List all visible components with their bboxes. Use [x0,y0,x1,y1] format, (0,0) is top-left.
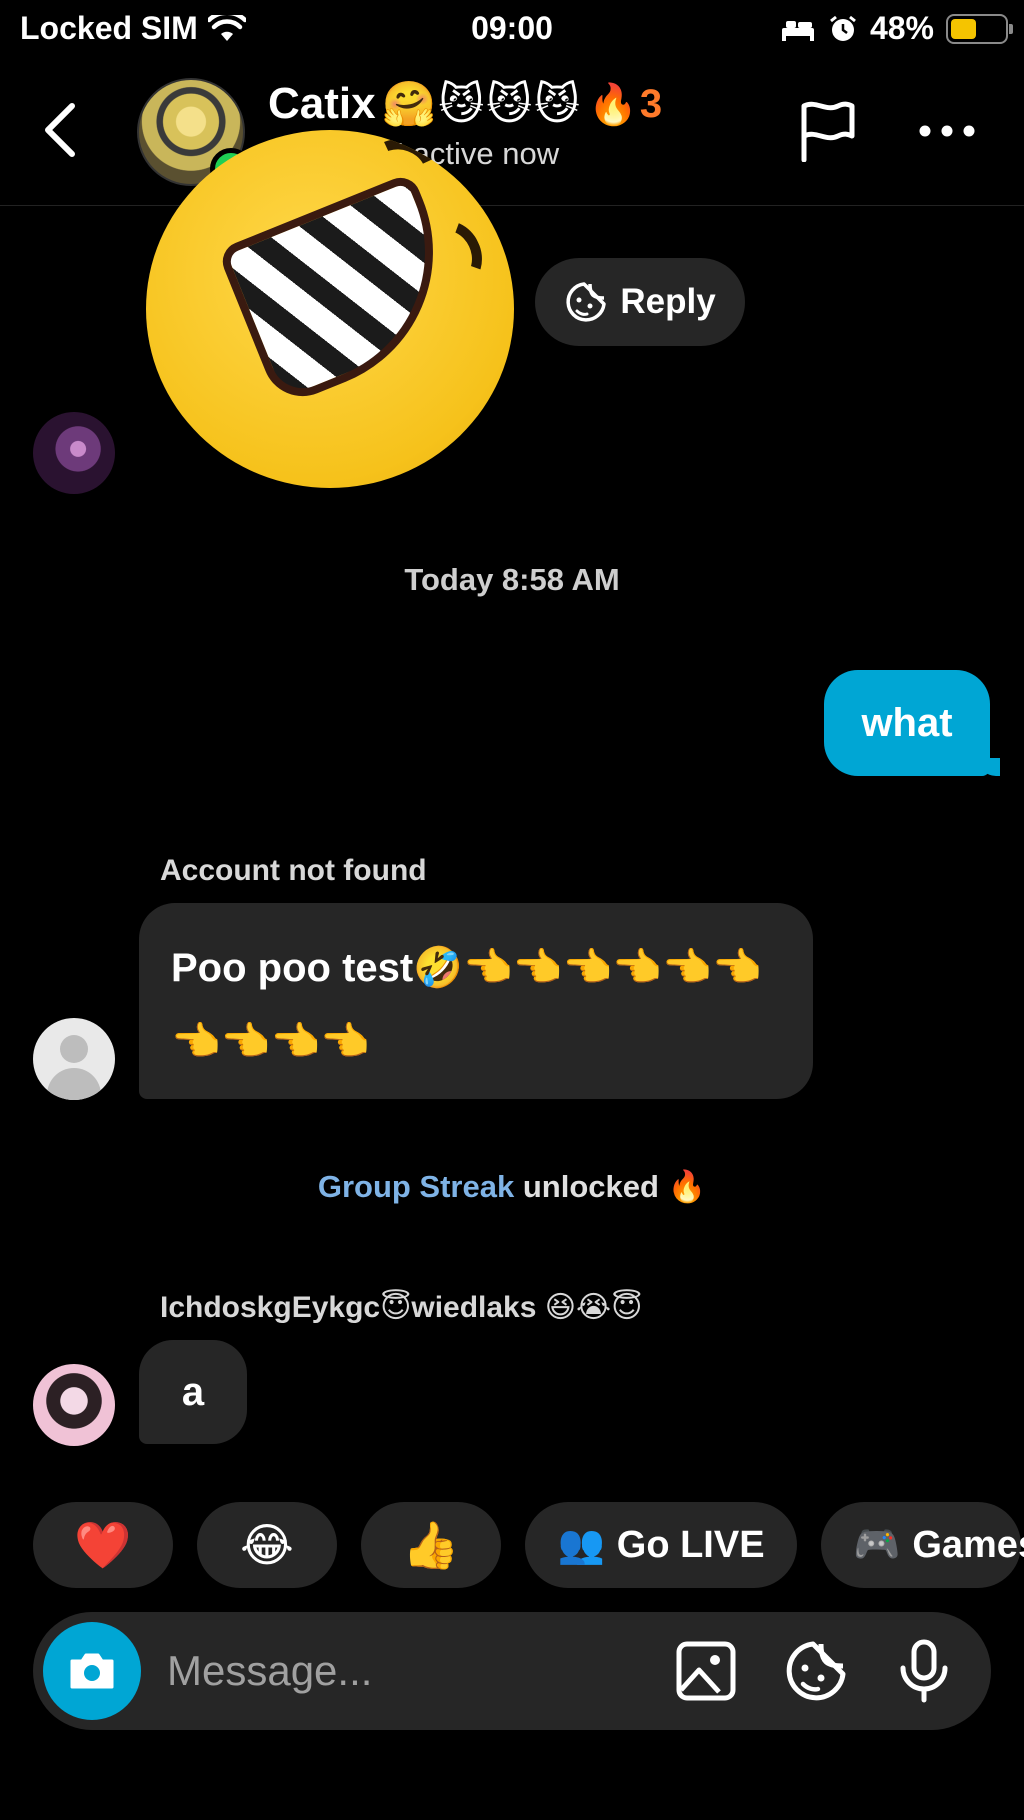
quick-actions-row: ❤️ 😂 👍 👥 Go LIVE 🎮 Games [33,1502,1024,1588]
my-message-text: what [861,700,953,745]
laughing-icon: 😂 [240,1519,294,1571]
system-message: Group Streak unlocked 🔥 [0,1168,1024,1205]
chevron-left-icon[interactable] [36,100,86,160]
sticker-mouth [216,171,476,409]
sticker-icon [566,282,607,322]
heart-icon: ❤️ [74,1518,132,1571]
timestamp: Today 8:58 AM [404,562,620,597]
thumbs-up-reaction-button[interactable]: 👍 [361,1502,501,1588]
battery-percent: 48% [869,10,934,46]
message-bubble[interactable]: a [139,1340,247,1444]
status-right: 48% [780,10,1013,47]
image-icon[interactable] [673,1638,739,1704]
my-message-bubble[interactable]: what [824,670,1000,776]
avatar-body-shape [47,1068,101,1100]
avatar-head-shape [60,1035,88,1063]
fire-icon: 🔥 [588,82,638,127]
flag-icon[interactable] [798,98,856,162]
people-icon: 👥 [557,1524,605,1566]
sender-name: Account not found [160,854,427,887]
group-streak-link[interactable]: Group Streak [318,1169,514,1204]
reply-button[interactable]: Reply [535,258,745,346]
message-text: a [181,1369,205,1414]
sticker-icon[interactable] [783,1638,849,1704]
avatar[interactable] [33,1364,115,1446]
laughing-sticker[interactable] [146,130,514,488]
avatar-placeholder[interactable] [33,1018,115,1100]
system-message-text: unlocked [522,1169,659,1204]
gamepad-icon: 🎮 [853,1524,901,1566]
camera-button[interactable] [43,1622,141,1720]
message-input[interactable] [167,1640,647,1702]
more-horizontal-icon[interactable] [918,116,976,146]
games-button[interactable]: 🎮 Games [821,1502,1024,1588]
alarm-icon [830,15,856,41]
go-live-label: Go LIVE [616,1523,765,1566]
heart-reaction-button[interactable]: ❤️ [33,1502,173,1588]
battery-icon [946,13,1013,44]
streak-count: 3 [639,81,663,126]
camera-icon [70,1653,114,1689]
group-name: Catix [268,79,376,128]
battery-fill [951,18,976,39]
bed-icon [781,20,814,41]
message-text: Poo poo test🤣👈👈👈👈👈👈👈👈👈👈 [171,946,762,1064]
microphone-icon[interactable] [891,1638,957,1704]
games-label: Games [912,1523,1024,1566]
message-composer [33,1612,991,1730]
fire-icon: 🔥 [667,1169,707,1204]
group-title[interactable]: Catix 🤗😼😼😼 🔥 3 [268,78,662,130]
message-bubble[interactable]: Poo poo test🤣👈👈👈👈👈👈👈👈👈👈 [139,903,813,1099]
laugh-reaction-button[interactable]: 😂 [197,1502,337,1588]
go-live-button[interactable]: 👥 Go LIVE [525,1502,797,1588]
streak-badge: 🔥 3 [588,81,662,128]
group-title-emojis: 🤗😼😼😼 [381,80,582,129]
sender-name: IchdoskgEykgc😇wiedlaks 😆😭😇 [160,1291,643,1324]
chat-header: Catix 🤗😼😼😼 🔥 3 32 · 5 active now [0,56,1024,206]
reply-label: Reply [620,282,716,321]
thumbs-up-icon: 👍 [402,1518,460,1571]
status-bar: Locked SIM 09:00 48% [0,0,1024,56]
avatar[interactable] [33,412,115,494]
